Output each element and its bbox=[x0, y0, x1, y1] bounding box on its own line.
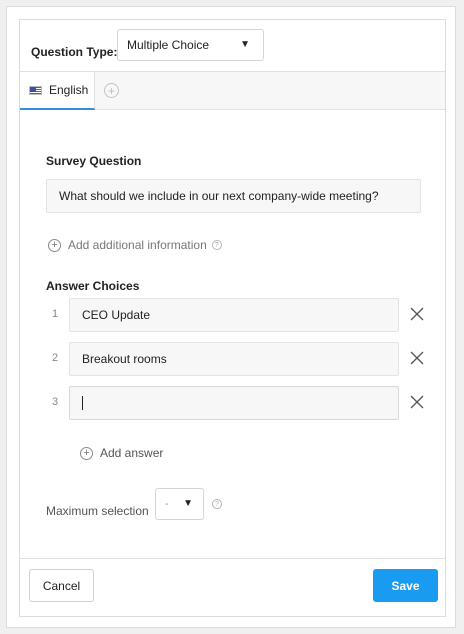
question-editor-card: Question Type: Multiple Choice ▼ English… bbox=[19, 19, 446, 617]
answer-row: 3 bbox=[46, 386, 426, 420]
survey-question-input[interactable] bbox=[46, 179, 421, 213]
answer-number: 1 bbox=[52, 308, 59, 320]
survey-question-label: Survey Question bbox=[46, 154, 142, 168]
text-cursor bbox=[82, 396, 83, 410]
answer-row: 2 bbox=[46, 342, 426, 376]
footer-divider bbox=[20, 558, 445, 559]
tab-english[interactable]: English bbox=[20, 72, 95, 110]
answer-input[interactable] bbox=[69, 386, 399, 420]
answer-input[interactable] bbox=[69, 342, 399, 376]
add-additional-information-link[interactable]: + Add additional information ? bbox=[48, 238, 222, 252]
add-language-icon[interactable]: + bbox=[104, 83, 119, 98]
help-icon[interactable]: ? bbox=[211, 240, 222, 250]
answer-number: 2 bbox=[52, 352, 59, 364]
add-answer-button[interactable]: + Add answer bbox=[80, 446, 163, 460]
add-circle-icon: + bbox=[80, 446, 93, 460]
us-flag-icon bbox=[29, 85, 42, 95]
answer-choices-label: Answer Choices bbox=[46, 279, 140, 293]
remove-answer-icon[interactable] bbox=[409, 350, 425, 366]
maximum-selection-label: Maximum selection bbox=[46, 504, 149, 518]
answer-input[interactable] bbox=[69, 298, 399, 332]
outer-panel: Question Type: Multiple Choice ▼ English… bbox=[6, 6, 456, 628]
add-answer-label: Add answer bbox=[100, 446, 164, 460]
question-type-value: Multiple Choice bbox=[127, 38, 210, 52]
help-icon[interactable]: ? bbox=[212, 499, 222, 509]
remove-answer-icon[interactable] bbox=[409, 394, 425, 410]
answer-row: 1 bbox=[46, 298, 426, 332]
maximum-selection-dropdown[interactable]: - ▼ bbox=[155, 488, 204, 520]
question-type-label: Question Type: bbox=[31, 45, 118, 59]
save-button[interactable]: Save bbox=[373, 569, 438, 602]
add-circle-icon: + bbox=[48, 238, 61, 252]
remove-answer-icon[interactable] bbox=[409, 306, 425, 322]
maximum-selection-value: - bbox=[165, 498, 169, 510]
cancel-button[interactable]: Cancel bbox=[29, 569, 94, 602]
dropdown-caret-icon: ▼ bbox=[183, 498, 193, 509]
language-tabs: English + bbox=[20, 71, 445, 110]
add-additional-information-label: Add additional information bbox=[68, 238, 207, 252]
answer-number: 3 bbox=[52, 396, 59, 408]
tab-english-label: English bbox=[49, 83, 89, 97]
dropdown-caret-icon: ▼ bbox=[240, 39, 250, 50]
question-type-dropdown[interactable]: Multiple Choice ▼ bbox=[117, 29, 264, 61]
